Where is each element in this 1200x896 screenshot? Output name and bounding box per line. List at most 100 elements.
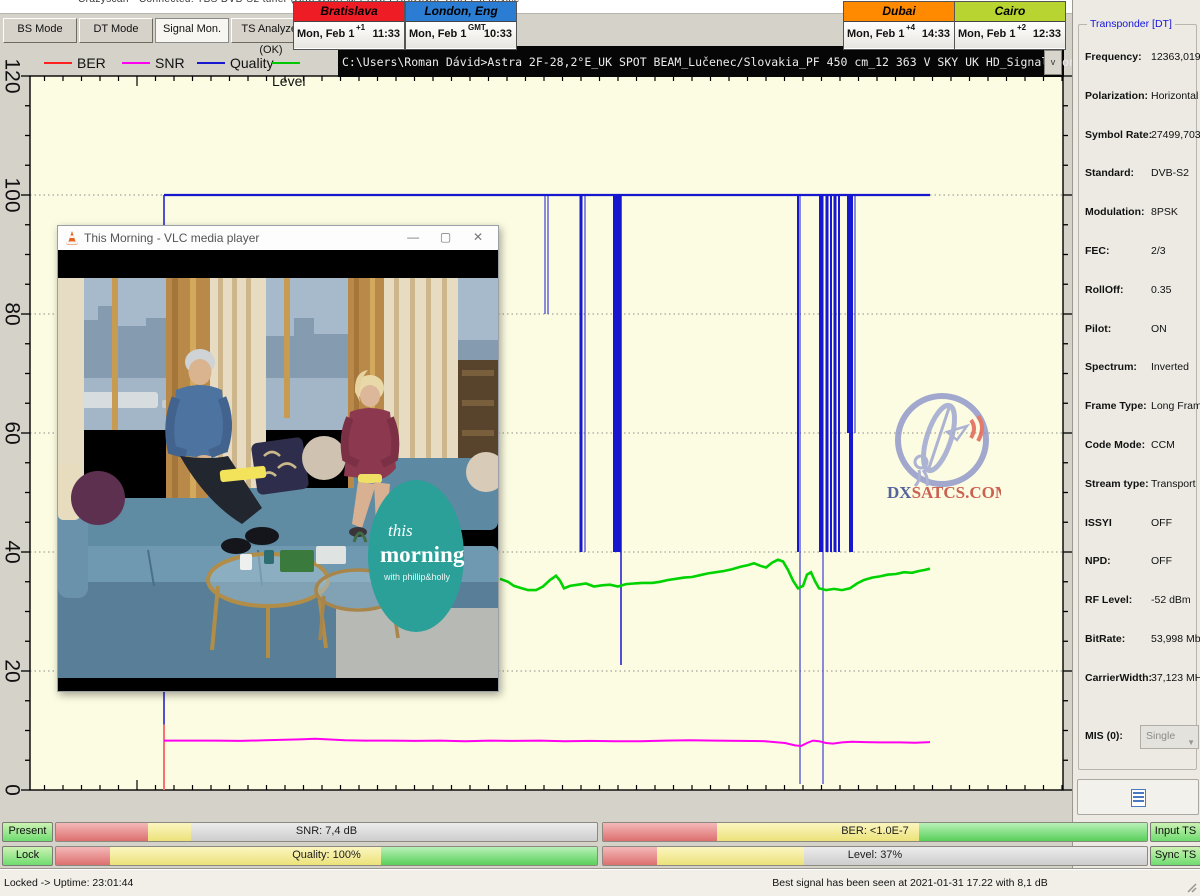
vlc-video-area[interactable]: this morning with phillip&holly	[58, 250, 498, 690]
sync-ts-indicator: Sync TS	[1150, 846, 1200, 866]
snr-line-swatch	[122, 62, 150, 64]
uptime-status: Locked -> Uptime: 23:01:44	[4, 877, 133, 889]
tp-row: Modulation: 8PSK	[1085, 196, 1191, 235]
tab-bs-mode[interactable]: BS Mode	[3, 18, 77, 43]
console-scroll-button[interactable]: v	[1044, 50, 1062, 75]
clock-london: London, Eng Mon, Feb 1GMT10:33	[405, 1, 517, 50]
svg-text:0: 0	[1, 784, 24, 796]
vlc-minimize-button[interactable]: —	[399, 226, 427, 250]
tp-row-label: CarrierWidth:	[1085, 672, 1152, 684]
best-signal-status: Best signal has been seen at 2021-01-31 …	[600, 877, 1200, 889]
resize-grip[interactable]	[1186, 882, 1198, 894]
tp-row: RF Level: -52 dBm	[1085, 584, 1191, 623]
tp-row: Frame Type:Long Frame	[1085, 390, 1191, 429]
clock-bratislava: Bratislava Mon, Feb 1+111:33	[293, 1, 405, 50]
transponder-title: Transponder [DT]	[1087, 18, 1175, 30]
svg-text:60: 60	[1, 421, 24, 444]
tp-row: Code Mode: CCM	[1085, 429, 1191, 468]
fluffy-pillow	[302, 436, 346, 480]
tp-row-value: OFF	[1151, 517, 1172, 529]
tp-row-label: Frame Type:	[1085, 400, 1147, 412]
mis-select[interactable]: Single▼	[1140, 725, 1199, 749]
level-bar: Level: 37%	[602, 846, 1148, 866]
tp-row-value: 27499,703 KS/s	[1151, 129, 1200, 141]
tp-row-value: 2/3	[1151, 245, 1166, 257]
watermark-text: DXSATCS.COM	[887, 483, 1001, 502]
tp-row-label: RollOff:	[1085, 284, 1124, 296]
tp-row-label: NPD:	[1085, 555, 1111, 567]
tp-row-label: Spectrum:	[1085, 361, 1137, 373]
quality-bar: Quality: 100%	[55, 846, 598, 866]
svg-text:with phillip&holly: with phillip&holly	[383, 572, 451, 582]
tp-row-value: 8PSK	[1151, 206, 1178, 218]
tp-row: Standard:DVB-S2	[1085, 157, 1191, 196]
tab-signal-mon[interactable]: Signal Mon.	[155, 18, 229, 43]
clock-dubai: Dubai Mon, Feb 1+414:33	[843, 1, 955, 50]
legend-ber: BER	[44, 55, 106, 71]
ber-bar: BER: <1.0E-7	[602, 822, 1148, 842]
transponder-panel: Transponder [DT] Frequency:12363,019 MHz…	[1072, 0, 1200, 896]
chart-legend: BER SNR Quality Level	[0, 46, 338, 76]
tp-row-value: Transport	[1151, 478, 1196, 490]
tp-row-value: Long Frame	[1151, 400, 1200, 412]
log-button[interactable]	[1077, 779, 1199, 815]
tp-row: ISSYI OFF	[1085, 507, 1191, 546]
clock-cairo: Cairo Mon, Feb 1+212:33	[954, 1, 1066, 50]
tp-row-label: FEC:	[1085, 245, 1110, 257]
vlc-close-button[interactable]: ✕	[464, 226, 492, 250]
tp-row-label: Code Mode:	[1085, 439, 1145, 451]
svg-text:this: this	[388, 521, 413, 540]
legend-quality: Quality	[197, 55, 274, 71]
tp-row-value: -52 dBm	[1151, 594, 1191, 606]
tab-dt-mode[interactable]: DT Mode	[79, 18, 153, 43]
tp-row-value: CCM	[1151, 439, 1175, 451]
transponder-rows: Frequency:12363,019 MHzPolarization:Hori…	[1085, 41, 1191, 701]
svg-text:40: 40	[1, 540, 24, 563]
tp-row: RollOff:0.35	[1085, 274, 1191, 313]
tp-row-label: ISSYI	[1085, 517, 1112, 529]
svg-text:100: 100	[1, 177, 24, 212]
tp-row: FEC: 2/3	[1085, 235, 1191, 274]
legend-snr: SNR	[122, 55, 185, 71]
tp-row: Stream type:Transport	[1085, 468, 1191, 507]
console-output: C:\Users\Roman Dávid>Astra 2F-28,2°E_UK …	[338, 46, 1064, 77]
snr-bar: SNR: 7,4 dB	[55, 822, 598, 842]
svg-text:20: 20	[1, 659, 24, 682]
tp-row: Symbol Rate:27499,703 KS/s	[1085, 119, 1191, 158]
tp-row-label: Frequency:	[1085, 51, 1142, 63]
tp-row: Polarization:Horizontal	[1085, 80, 1191, 119]
dxsatcs-watermark: DXSATCS.COM	[883, 392, 1001, 506]
vlc-maximize-button[interactable]: ▢	[432, 226, 460, 250]
vlc-window-title: This Morning - VLC media player	[84, 231, 259, 245]
svg-text:80: 80	[1, 302, 24, 325]
tp-row-value: 37,123 MHz	[1151, 672, 1200, 684]
tp-row-value: 12363,019 MHz	[1151, 51, 1200, 63]
tp-row-value: 53,998 Mbit/s	[1151, 633, 1200, 645]
svg-text:morning: morning	[380, 542, 465, 567]
tp-row: Spectrum: Inverted	[1085, 351, 1191, 390]
legend-level: Level	[272, 55, 338, 71]
log-file-icon	[1131, 789, 1146, 807]
tp-row: NPD:OFF	[1085, 545, 1191, 584]
transponder-groupbox: Transponder [DT] Frequency:12363,019 MHz…	[1078, 24, 1197, 770]
signal-wave-icon	[971, 420, 974, 438]
tp-row-label: Polarization:	[1085, 90, 1148, 102]
tp-row-value: Inverted	[1151, 361, 1189, 373]
lock-indicator: Lock	[2, 846, 53, 866]
mode-tabs: BS Mode DT Mode Signal Mon. TS Analyzer …	[0, 14, 338, 46]
statusbar: Locked -> Uptime: 23:01:44 Best signal h…	[0, 868, 1200, 896]
tp-row-value: Horizontal	[1151, 90, 1198, 102]
tp-row-label: RF Level:	[1085, 594, 1132, 606]
mis-label: MIS (0):	[1085, 730, 1123, 742]
signal-monitor-app: 020406080100120 Crazyscan - Connected: T…	[0, 0, 1200, 896]
vlc-window[interactable]: This Morning - VLC media player — ▢ ✕	[57, 225, 499, 692]
vlc-titlebar[interactable]: This Morning - VLC media player — ▢ ✕	[58, 226, 498, 251]
tp-row-value: ON	[1151, 323, 1167, 335]
tp-row-label: Modulation:	[1085, 206, 1144, 218]
mis-row: MIS (0): Single▼	[1085, 725, 1191, 749]
chevron-down-icon: ▼	[1187, 733, 1195, 753]
quality-line-swatch	[197, 62, 225, 64]
tp-row-label: Symbol Rate:	[1085, 129, 1152, 141]
tp-row-label: BitRate:	[1085, 633, 1125, 645]
tp-row: Pilot:ON	[1085, 313, 1191, 352]
